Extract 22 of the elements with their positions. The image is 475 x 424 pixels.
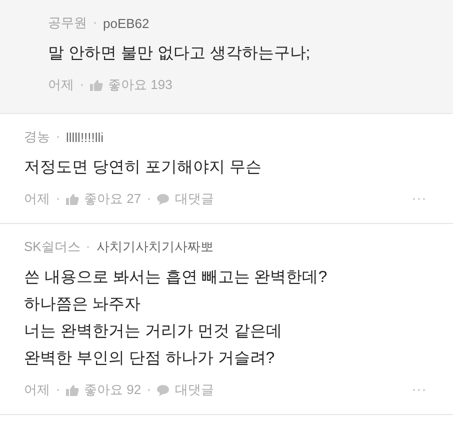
author-name[interactable]: poEB62 bbox=[103, 16, 150, 30]
thumbs-up-icon[interactable] bbox=[66, 384, 79, 396]
reply-button[interactable]: 대댓글 bbox=[175, 190, 214, 208]
like-button[interactable]: 좋아요 92 bbox=[84, 381, 142, 399]
reply-button[interactable]: 대댓글 bbox=[175, 381, 214, 399]
comment-time: 어제 bbox=[48, 76, 74, 94]
comment-time: 어제 bbox=[24, 381, 50, 399]
comment-text: 저정도면 당연히 포기해야지 무슨 bbox=[24, 158, 262, 178]
comment-time: 어제 bbox=[24, 190, 50, 208]
user-affiliation: 경농 bbox=[24, 128, 50, 146]
speech-bubble-icon bbox=[157, 194, 170, 204]
user-affiliation: 공무원 bbox=[48, 14, 87, 32]
comment-text: 쓴 내용으로 봐서는 흡연 빼고는 완벽한데? 하나쯤은 놔주자 너는 완벽한거는 거리가 먼것 같은데 완벽한 부인의 단점 하나가 거슬려? bbox=[24, 268, 328, 369]
user-affiliation: SK쉴더스 bbox=[24, 238, 80, 256]
comment-text: 말 안하면 불만 없다고 생각하는구나; bbox=[48, 44, 312, 64]
like-button[interactable]: 좋아요 27 bbox=[84, 190, 142, 208]
thumbs-up-icon[interactable] bbox=[66, 194, 79, 204]
thumbs-up-icon[interactable] bbox=[90, 80, 103, 90]
speech-bubble-icon bbox=[157, 384, 170, 396]
author-name[interactable]: 사치기사치기사짜뽀 bbox=[96, 238, 214, 256]
author-name[interactable]: lllll!!!!lli bbox=[66, 130, 104, 144]
like-button[interactable]: 좋아요 193 bbox=[108, 76, 172, 94]
